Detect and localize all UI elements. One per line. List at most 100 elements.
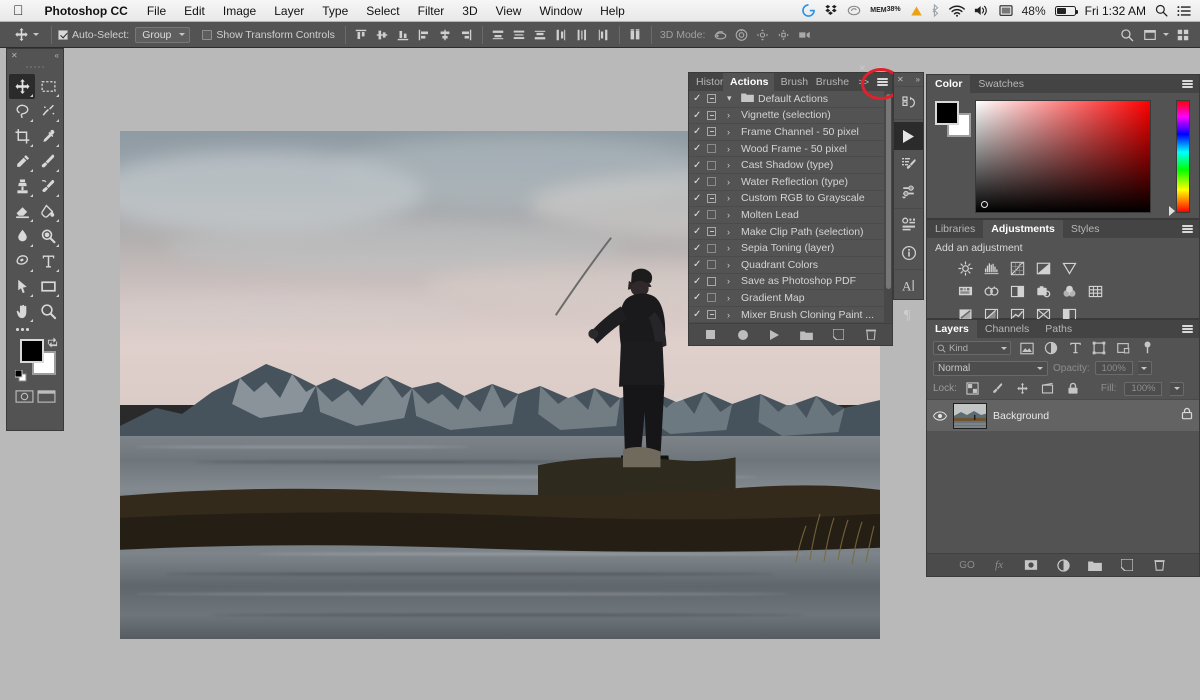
tab-channels[interactable]: Channels: [977, 320, 1037, 338]
rotate-3d-object-icon[interactable]: [711, 25, 730, 44]
show-transform-controls-group[interactable]: Show Transform Controls: [202, 29, 335, 41]
chevron-down-icon[interactable]: [1163, 33, 1169, 36]
filter-adjustment-icon[interactable]: [1043, 340, 1059, 356]
brightness-contrast-icon[interactable]: [957, 260, 974, 277]
adjustments-panel-menu-button[interactable]: [1176, 220, 1199, 238]
stop-playing-icon[interactable]: [704, 328, 717, 341]
action-dialog-toggle[interactable]: [707, 276, 727, 286]
filter-toggle-icon[interactable]: [1139, 340, 1155, 356]
lock-image-pixels-icon[interactable]: [990, 381, 1006, 397]
paragraph-panel-icon[interactable]: ¶: [894, 300, 923, 328]
align-horizontal-centers-icon[interactable]: [436, 25, 455, 44]
action-dialog-toggle[interactable]: [707, 110, 727, 120]
creative-cloud-icon[interactable]: [847, 4, 861, 17]
distribute-vertical-centers-icon[interactable]: [510, 25, 529, 44]
menu-item-layer[interactable]: Layer: [265, 0, 313, 22]
clock-time[interactable]: Fri 1:32 AM: [1085, 4, 1146, 18]
more-tools-icon[interactable]: [7, 324, 63, 333]
action-row[interactable]: ✓ › Vignette (selection): [689, 108, 884, 125]
action-dialog-toggle[interactable]: [707, 144, 727, 154]
create-new-action-icon[interactable]: [832, 328, 845, 341]
action-toggle-check[interactable]: ✓: [693, 126, 707, 137]
action-row[interactable]: ✓ › Wood Frame - 50 pixel: [689, 141, 884, 158]
action-row[interactable]: ✓ › Save as Photoshop PDF: [689, 274, 884, 291]
clone-stamp-tool[interactable]: [9, 174, 35, 199]
action-row[interactable]: ✓ › Sepia Toning (layer): [689, 240, 884, 257]
close-icon[interactable]: ✕: [897, 75, 904, 84]
new-group-icon[interactable]: [1088, 558, 1103, 573]
tab-libraries[interactable]: Libraries: [927, 220, 983, 238]
history-panel-icon[interactable]: [894, 89, 923, 117]
layers-panel-menu-button[interactable]: [1176, 320, 1199, 338]
swap-colors-icon[interactable]: [47, 336, 58, 351]
menu-item-help[interactable]: Help: [591, 0, 634, 22]
tab-swatches[interactable]: Swatches: [970, 75, 1032, 93]
tab-adjustments[interactable]: Adjustments: [983, 220, 1063, 238]
chevron-right-icon[interactable]: ›: [727, 193, 741, 203]
quick-selection-tool[interactable]: [35, 99, 61, 124]
warning-icon[interactable]: [910, 5, 923, 17]
crop-tool[interactable]: [9, 124, 35, 149]
tool-preset-caret-icon[interactable]: [33, 33, 39, 36]
levels-icon[interactable]: [983, 260, 1000, 277]
spotlight-search-icon[interactable]: [1155, 4, 1168, 17]
action-row[interactable]: ✓ › Water Reflection (type): [689, 174, 884, 191]
tab-styles[interactable]: Styles: [1063, 220, 1108, 238]
layer-filter-kind-dropdown[interactable]: Kind: [933, 341, 1011, 355]
color-field[interactable]: [975, 100, 1151, 213]
slide-3d-object-icon[interactable]: [774, 25, 793, 44]
actions-panel-menu-button[interactable]: [873, 73, 892, 91]
vibrance-icon[interactable]: [1061, 260, 1078, 277]
path-selection-tool[interactable]: [9, 274, 35, 299]
chevron-right-icon[interactable]: ›: [727, 243, 741, 253]
layer-mask-icon[interactable]: [1024, 558, 1039, 573]
action-dialog-toggle[interactable]: [707, 260, 727, 270]
lasso-tool[interactable]: [9, 99, 35, 124]
auto-select-scope-dropdown[interactable]: Group: [135, 26, 191, 43]
lock-position-icon[interactable]: [1015, 381, 1031, 397]
action-toggle-check[interactable]: ✓: [693, 259, 707, 270]
layer-name[interactable]: Background: [993, 410, 1049, 422]
arrange-documents-icon[interactable]: [1140, 25, 1159, 44]
distribute-top-edges-icon[interactable]: [489, 25, 508, 44]
filter-pixel-icon[interactable]: [1019, 340, 1035, 356]
double-chevron-right-icon[interactable]: »: [916, 75, 920, 84]
hue-saturation-icon[interactable]: [957, 283, 974, 300]
action-dialog-toggle[interactable]: [707, 127, 727, 137]
hand-tool[interactable]: [9, 299, 35, 324]
action-row[interactable]: ✓ › Custom RGB to Grayscale: [689, 191, 884, 208]
action-row[interactable]: ✓ › Cast Shadow (type): [689, 157, 884, 174]
play-selection-icon[interactable]: [768, 328, 781, 341]
brush-panel-icon[interactable]: [894, 150, 923, 178]
apple-logo-icon[interactable]: : [0, 3, 35, 17]
actions-set-row[interactable]: ✓ ▾ Default Actions: [689, 91, 884, 108]
notification-center-icon[interactable]: [1177, 5, 1191, 17]
tab-history[interactable]: History: [689, 73, 723, 91]
action-row[interactable]: ✓ › Molten Lead: [689, 207, 884, 224]
auto-select-checkbox[interactable]: [58, 29, 68, 40]
scrollbar-thumb[interactable]: [885, 94, 891, 289]
action-toggle-check[interactable]: ✓: [693, 209, 707, 220]
action-toggle-check[interactable]: ✓: [693, 226, 707, 237]
active-tool-preset-picker[interactable]: [0, 27, 45, 42]
align-vertical-centers-icon[interactable]: [373, 25, 392, 44]
chevron-right-icon[interactable]: ›: [727, 260, 741, 270]
action-toggle-check[interactable]: ✓: [693, 276, 707, 287]
roll-3d-object-icon[interactable]: [732, 25, 751, 44]
chevron-right-icon[interactable]: ›: [727, 310, 741, 320]
chevron-right-icon[interactable]: ›: [727, 210, 741, 220]
begin-recording-icon[interactable]: [736, 328, 749, 341]
opacity-value[interactable]: 100%: [1094, 361, 1133, 375]
action-dialog-toggle[interactable]: [707, 210, 727, 220]
menu-item-window[interactable]: Window: [530, 0, 591, 22]
align-left-edges-icon[interactable]: [415, 25, 434, 44]
create-new-set-icon[interactable]: [800, 328, 813, 341]
grammarly-icon[interactable]: [802, 4, 816, 17]
layer-style-icon[interactable]: fx: [992, 558, 1007, 573]
lock-icon[interactable]: [1181, 407, 1193, 425]
character-panel-icon[interactable]: A: [894, 272, 923, 300]
filter-shape-icon[interactable]: [1091, 340, 1107, 356]
close-icon[interactable]: ✕: [11, 52, 18, 60]
opacity-stepper-button[interactable]: [1137, 361, 1152, 375]
menu-item-select[interactable]: Select: [357, 0, 408, 22]
